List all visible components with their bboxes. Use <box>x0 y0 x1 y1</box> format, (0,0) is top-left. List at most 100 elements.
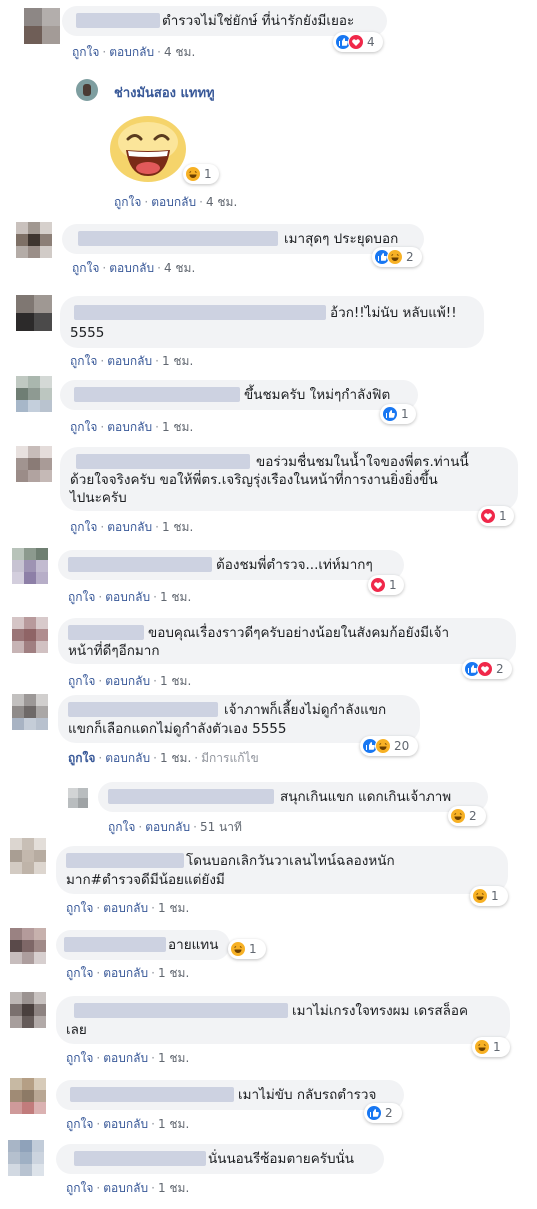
reply-button[interactable]: ตอบกลับ <box>109 261 154 275</box>
comment-text-line-1: โดนบอกเลิกวันวาเลนไทน์ฉลองหนัก <box>186 853 395 869</box>
comment-bubble: ขอบคุณเรื่องราวดีๆครับอย่างน้อยในสังคมก้… <box>58 618 516 664</box>
avatar[interactable] <box>16 446 52 482</box>
timestamp[interactable]: 1 ชม. <box>160 674 191 688</box>
reply-button[interactable]: ตอบกลับ <box>107 520 152 534</box>
avatar[interactable] <box>12 617 48 653</box>
reaction-summary[interactable]: 1 <box>380 404 416 424</box>
blurred-username <box>74 305 326 320</box>
reply-button[interactable]: ตอบกลับ <box>103 1051 148 1065</box>
reaction-summary[interactable]: 1 <box>472 1037 510 1057</box>
reply-button[interactable]: ตอบกลับ <box>105 590 150 604</box>
reaction-summary[interactable]: 4 <box>333 32 383 52</box>
timestamp[interactable]: 1 ชม. <box>162 520 193 534</box>
like-button[interactable]: ถูกใจ <box>70 520 97 534</box>
like-button[interactable]: ถูกใจ <box>108 820 135 834</box>
timestamp[interactable]: 1 ชม. <box>158 966 189 980</box>
blurred-username <box>68 702 218 717</box>
comment-text: อายแทน <box>168 937 219 953</box>
commenter-name[interactable]: ช่างมันสอง แทททู <box>114 82 215 103</box>
like-button[interactable]: ถูกใจ <box>72 45 99 59</box>
timestamp[interactable]: 1 ชม. <box>158 901 189 915</box>
comment-text-line-2: หน้าที่ดีๆอีกมาก <box>68 643 160 659</box>
reaction-summary[interactable]: 1 <box>228 939 266 959</box>
reaction-summary[interactable]: 2 <box>462 659 512 679</box>
avatar[interactable] <box>10 992 46 1028</box>
like-button[interactable]: ถูกใจ <box>66 966 93 980</box>
like-button[interactable]: ถูกใจ <box>66 1181 93 1195</box>
timestamp[interactable]: 4 ชม. <box>164 45 195 59</box>
avatar[interactable] <box>24 8 60 44</box>
avatar[interactable] <box>12 548 48 584</box>
timestamp[interactable]: 1 ชม. <box>158 1051 189 1065</box>
love-icon <box>348 34 364 50</box>
timestamp[interactable]: 1 ชม. <box>158 1117 189 1131</box>
haha-icon <box>472 888 488 904</box>
avatar[interactable] <box>16 222 52 258</box>
avatar[interactable] <box>16 295 52 331</box>
timestamp[interactable]: 4 ชม. <box>206 195 237 209</box>
reaction-summary[interactable]: 2 <box>372 247 422 267</box>
reaction-summary[interactable]: 1 <box>368 575 404 595</box>
avatar[interactable] <box>10 928 46 964</box>
haha-icon <box>375 738 391 754</box>
haha-icon <box>185 166 201 182</box>
reaction-summary[interactable]: 1 <box>183 164 219 184</box>
reaction-count: 1 <box>204 167 212 181</box>
blurred-username <box>74 387 240 402</box>
reaction-summary[interactable]: 1 <box>470 886 508 906</box>
comment-actions: ถูกใจ · ตอบกลับ · 1 ชม. <box>68 674 192 688</box>
avatar[interactable] <box>12 694 48 730</box>
comment-text-line-2: มาก#ตำรวจดีมีน้อยแต่ยังมี <box>66 872 225 888</box>
reaction-summary[interactable]: 20 <box>360 736 418 756</box>
reply-button[interactable]: ตอบกลับ <box>107 420 152 434</box>
like-button[interactable]: ถูกใจ <box>68 590 95 604</box>
reaction-summary[interactable]: 2 <box>364 1103 402 1123</box>
timestamp[interactable]: 1 ชม. <box>160 590 191 604</box>
avatar[interactable] <box>10 838 46 874</box>
reaction-summary[interactable]: 2 <box>448 806 486 826</box>
reaction-count: 1 <box>249 942 257 956</box>
like-button[interactable]: ถูกใจ <box>70 354 97 368</box>
comment-text-line-1: เจ้าภาพก็เลี้ยงไม่ดูกำลังแขก <box>224 702 387 718</box>
reply-button[interactable]: ตอบกลับ <box>109 45 154 59</box>
reply-button[interactable]: ตอบกลับ <box>103 1117 148 1131</box>
reply-button[interactable]: ตอบกลับ <box>103 966 148 980</box>
edited-label[interactable]: มีการแก้ไข <box>201 751 259 765</box>
reply-button[interactable]: ตอบกลับ <box>105 674 150 688</box>
reply-button[interactable]: ตอบกลับ <box>107 354 152 368</box>
timestamp[interactable]: 1 ชม. <box>160 751 191 765</box>
avatar[interactable] <box>16 376 52 412</box>
comment-text: ตำรวจไม่ใช่ยักษ์ ที่น่ารักยังมีเยอะ <box>162 13 355 29</box>
comment-actions: ถูกใจ · ตอบกลับ · 4 ชม. <box>72 45 196 59</box>
reaction-count: 1 <box>491 889 499 903</box>
timestamp[interactable]: 1 ชม. <box>162 354 193 368</box>
reaction-count: 2 <box>406 250 414 264</box>
timestamp[interactable]: 1 ชม. <box>162 420 193 434</box>
like-button[interactable]: ถูกใจ <box>114 195 141 209</box>
comment-text-line-2: ด้วยใจจริงครับ ขอให้พี่ตร.เจริญรุ่งเรือง… <box>70 472 438 488</box>
reply-button[interactable]: ตอบกลับ <box>145 820 190 834</box>
like-button[interactable]: ถูกใจ <box>68 751 95 765</box>
like-button[interactable]: ถูกใจ <box>68 674 95 688</box>
comment-bubble: อ้วก!!ไม่นับ หลับแพ้!! 5555 <box>60 296 484 348</box>
reply-button[interactable]: ตอบกลับ <box>103 1181 148 1195</box>
like-button[interactable]: ถูกใจ <box>72 261 99 275</box>
reply-button[interactable]: ตอบกลับ <box>151 195 196 209</box>
avatar[interactable] <box>10 1078 46 1114</box>
timestamp[interactable]: 4 ชม. <box>164 261 195 275</box>
like-button[interactable]: ถูกใจ <box>66 901 93 915</box>
like-button[interactable]: ถูกใจ <box>66 1117 93 1131</box>
reply-button[interactable]: ตอบกลับ <box>105 751 150 765</box>
avatar[interactable] <box>68 788 88 808</box>
like-button[interactable]: ถูกใจ <box>66 1051 93 1065</box>
reply-button[interactable]: ตอบกลับ <box>103 901 148 915</box>
timestamp[interactable]: 1 ชม. <box>158 1181 189 1195</box>
avatar[interactable] <box>8 1140 44 1176</box>
avatar[interactable] <box>76 79 98 101</box>
timestamp[interactable]: 51 นาที <box>200 820 242 834</box>
reaction-summary[interactable]: 1 <box>478 506 514 526</box>
comment-bubble: ต้องชมพี่ตำรวจ...เท่ห์มากๆ <box>58 550 404 580</box>
like-button[interactable]: ถูกใจ <box>70 420 97 434</box>
comment-actions: ถูกใจ · ตอบกลับ · 1 ชม. <box>68 590 192 604</box>
reaction-count: 1 <box>493 1040 501 1054</box>
